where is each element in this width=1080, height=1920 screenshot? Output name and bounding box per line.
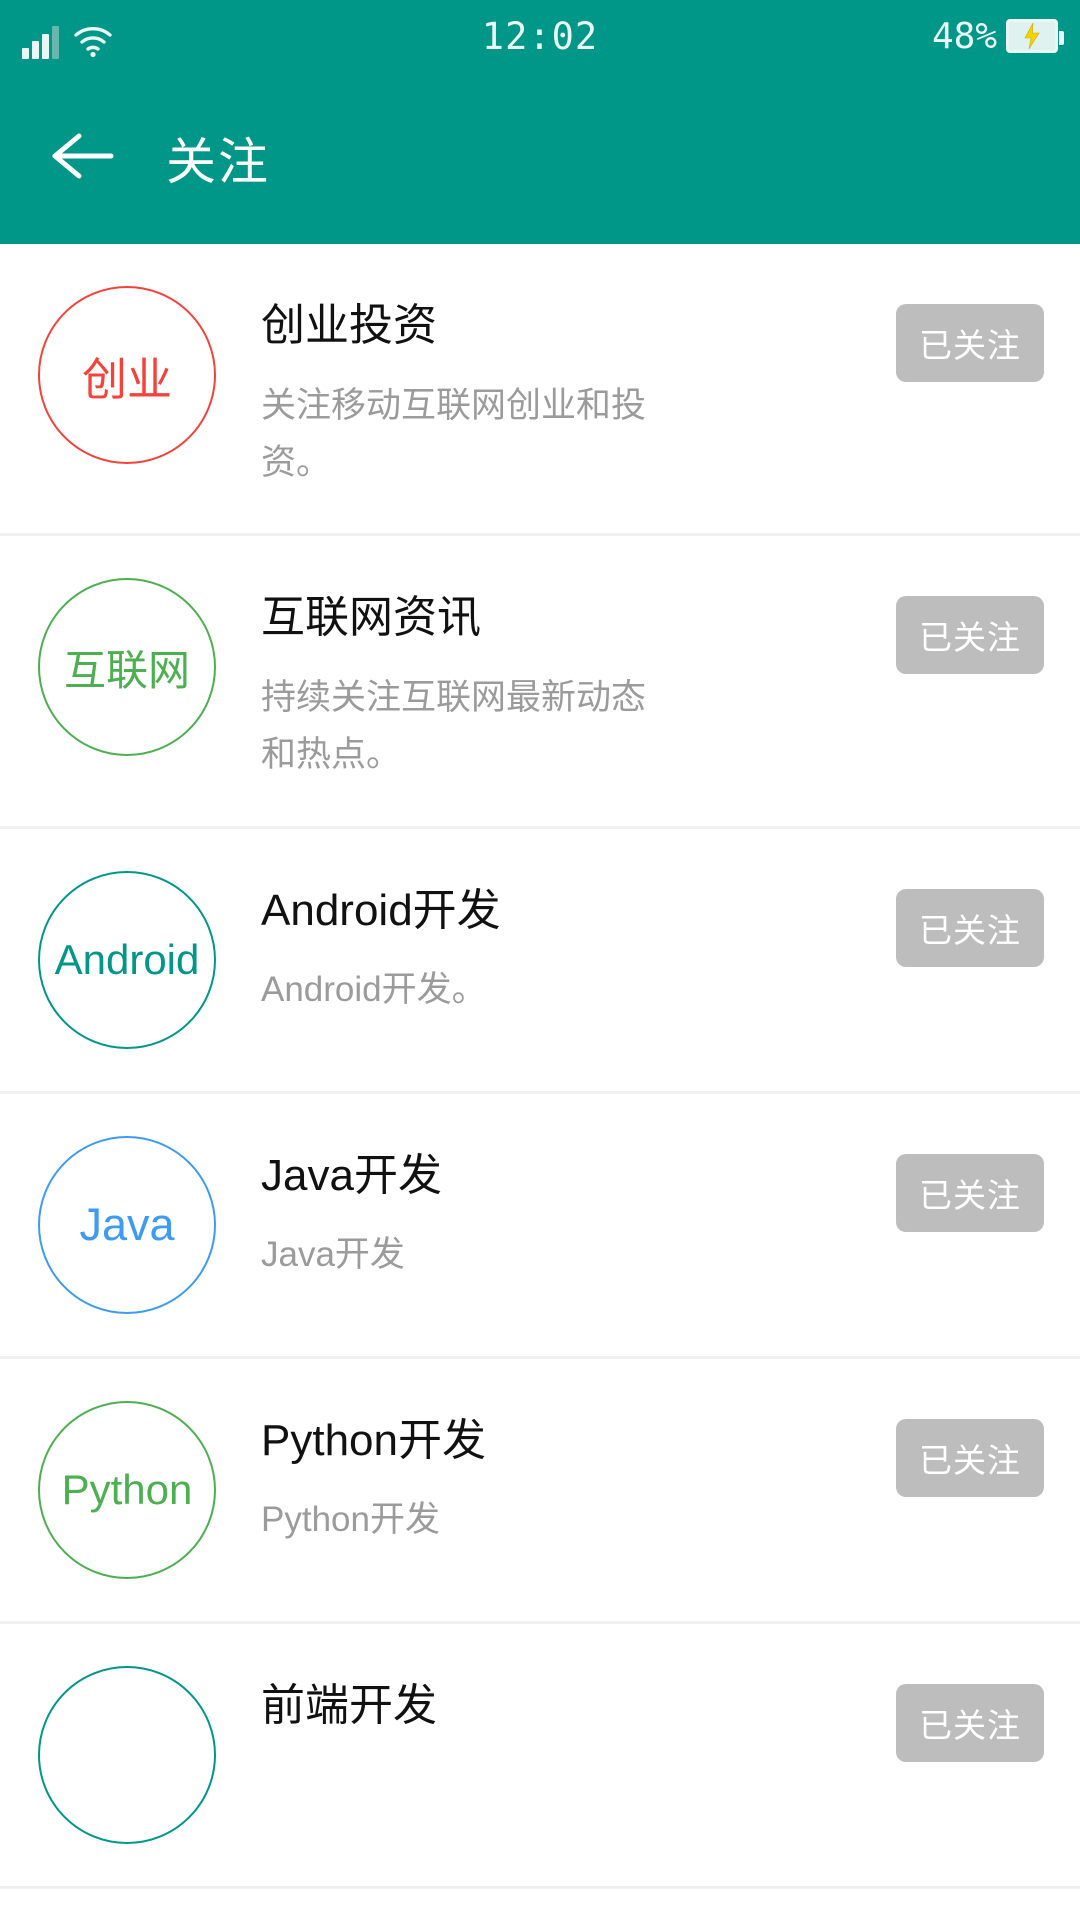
list-item-description: Java开发: [261, 1235, 405, 1275]
wifi-icon: [73, 25, 113, 59]
list-item-description: Android开发。: [261, 970, 487, 1010]
follow-status-button[interactable]: 已关注: [896, 1418, 1044, 1497]
list-item-body: 创业投资 关注移动互联网创业和投资。: [216, 286, 896, 491]
list-item-title: 互联网资讯: [261, 593, 481, 643]
follow-status-button[interactable]: 已关注: [896, 1153, 1044, 1232]
list-item[interactable]: Python Python开发 Python开发 已关注: [0, 1358, 1080, 1624]
followed-topics-list: 创业 创业投资 关注移动互联网创业和投资。 已关注 互联网 互联网资讯 持续关注…: [0, 244, 1080, 1889]
avatar: [38, 1665, 216, 1844]
follow-status-button[interactable]: 已关注: [896, 1683, 1044, 1762]
battery-charging-icon: [1006, 19, 1064, 53]
list-item[interactable]: Android Android开发 Android开发。 已关注: [0, 828, 1080, 1094]
list-item-body: Python开发 Python开发: [216, 1401, 896, 1550]
follow-status-button[interactable]: 已关注: [896, 596, 1044, 675]
follow-status-button[interactable]: 已关注: [896, 304, 1044, 382]
page-title: 关注: [166, 134, 270, 190]
list-item-description: 持续关注互联网最新动态和热点。: [261, 678, 647, 774]
avatar: 创业: [38, 286, 216, 464]
avatar: Java: [38, 1135, 216, 1314]
list-item-title: 前端开发: [261, 1680, 437, 1730]
list-item-body: Android开发 Android开发。: [216, 871, 896, 1020]
list-item-body: 前端开发: [216, 1666, 896, 1758]
list-item[interactable]: 创业 创业投资 关注移动互联网创业和投资。 已关注: [0, 244, 1080, 537]
list-item-description: 关注移动互联网创业和投资。: [261, 385, 647, 482]
list-item[interactable]: Java Java开发 Java开发 已关注: [0, 1093, 1080, 1359]
list-item-title: Java开发: [261, 1150, 442, 1200]
app-bar: 关注: [0, 72, 1080, 244]
arrow-left-icon: [49, 132, 115, 185]
list-item[interactable]: 互联网 互联网资讯 持续关注互联网最新动态和热点。 已关注: [0, 536, 1080, 829]
list-item-body: Java开发 Java开发: [216, 1136, 896, 1285]
list-item-title: Android开发: [261, 885, 501, 935]
status-bar-clock: 12:02: [481, 14, 599, 58]
back-button[interactable]: [46, 122, 118, 194]
list-item-body: 互联网资讯 持续关注互联网最新动态和热点。: [216, 578, 896, 783]
signal-bars-icon: [22, 25, 59, 59]
avatar: Python: [38, 1400, 216, 1579]
list-item-description: Python开发: [261, 1500, 440, 1540]
status-bar: 12:02 48%: [0, 0, 1080, 72]
follow-status-button[interactable]: 已关注: [896, 888, 1044, 967]
status-bar-right: 48%: [931, 15, 1064, 57]
list-item[interactable]: 前端开发 已关注: [0, 1623, 1080, 1889]
list-item-title: Python开发: [261, 1415, 486, 1465]
avatar: Android: [38, 870, 216, 1049]
status-bar-left: [22, 13, 113, 59]
avatar: 互联网: [38, 578, 216, 757]
list-item-title: 创业投资: [261, 301, 437, 350]
battery-percent-label: 48%: [931, 15, 997, 57]
